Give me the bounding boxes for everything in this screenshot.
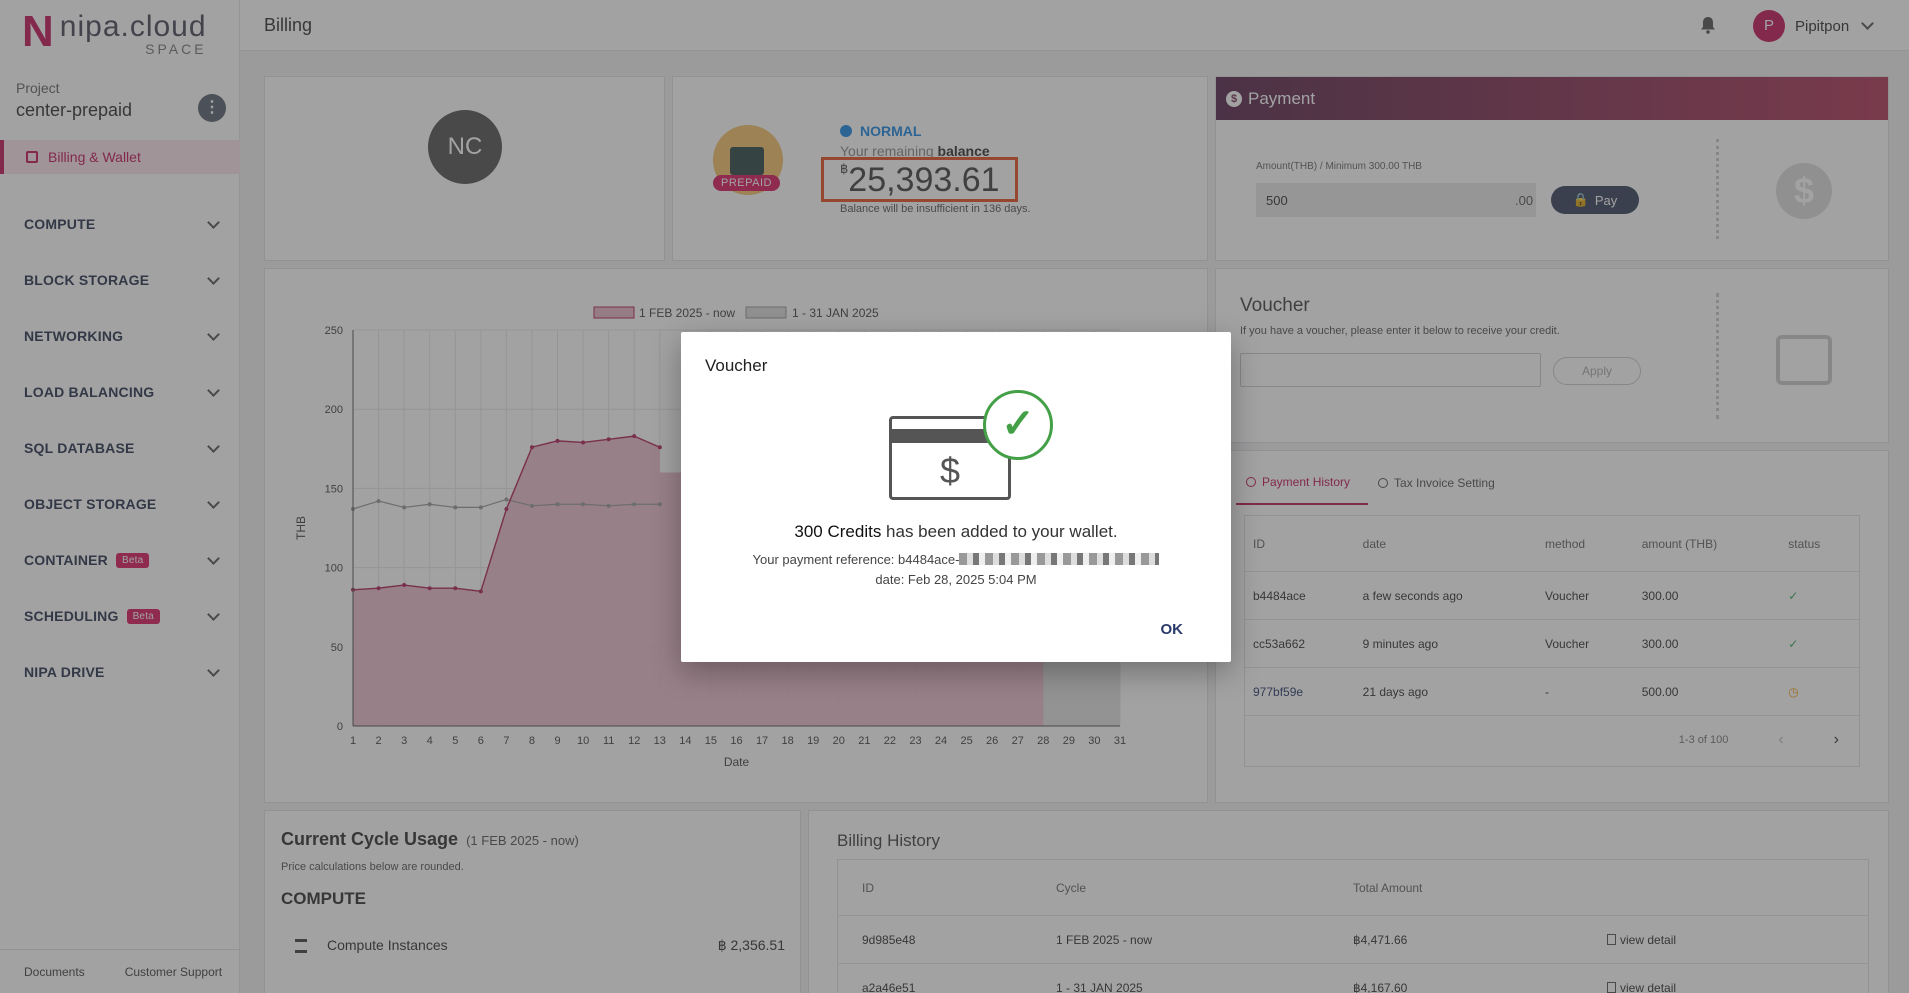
payment-reference: Your payment reference: b4484ace- <box>681 552 1231 567</box>
dialog-message: 300 Credits has been added to your walle… <box>681 522 1231 542</box>
ok-button[interactable]: OK <box>1161 621 1184 638</box>
dialog-title: Voucher <box>705 356 768 375</box>
credits-amount: 300 Credits <box>794 522 882 541</box>
message-text: has been added to your wallet. <box>881 522 1118 541</box>
voucher-success-dialog: Voucher $ ✓ 300 Credits has been added t… <box>681 332 1231 662</box>
success-check-icon: ✓ <box>983 390 1053 460</box>
payment-date: date: Feb 28, 2025 5:04 PM <box>875 572 1037 587</box>
reference-text: Your payment reference: b4484ace- <box>752 552 960 567</box>
redacted-reference <box>959 553 1160 565</box>
